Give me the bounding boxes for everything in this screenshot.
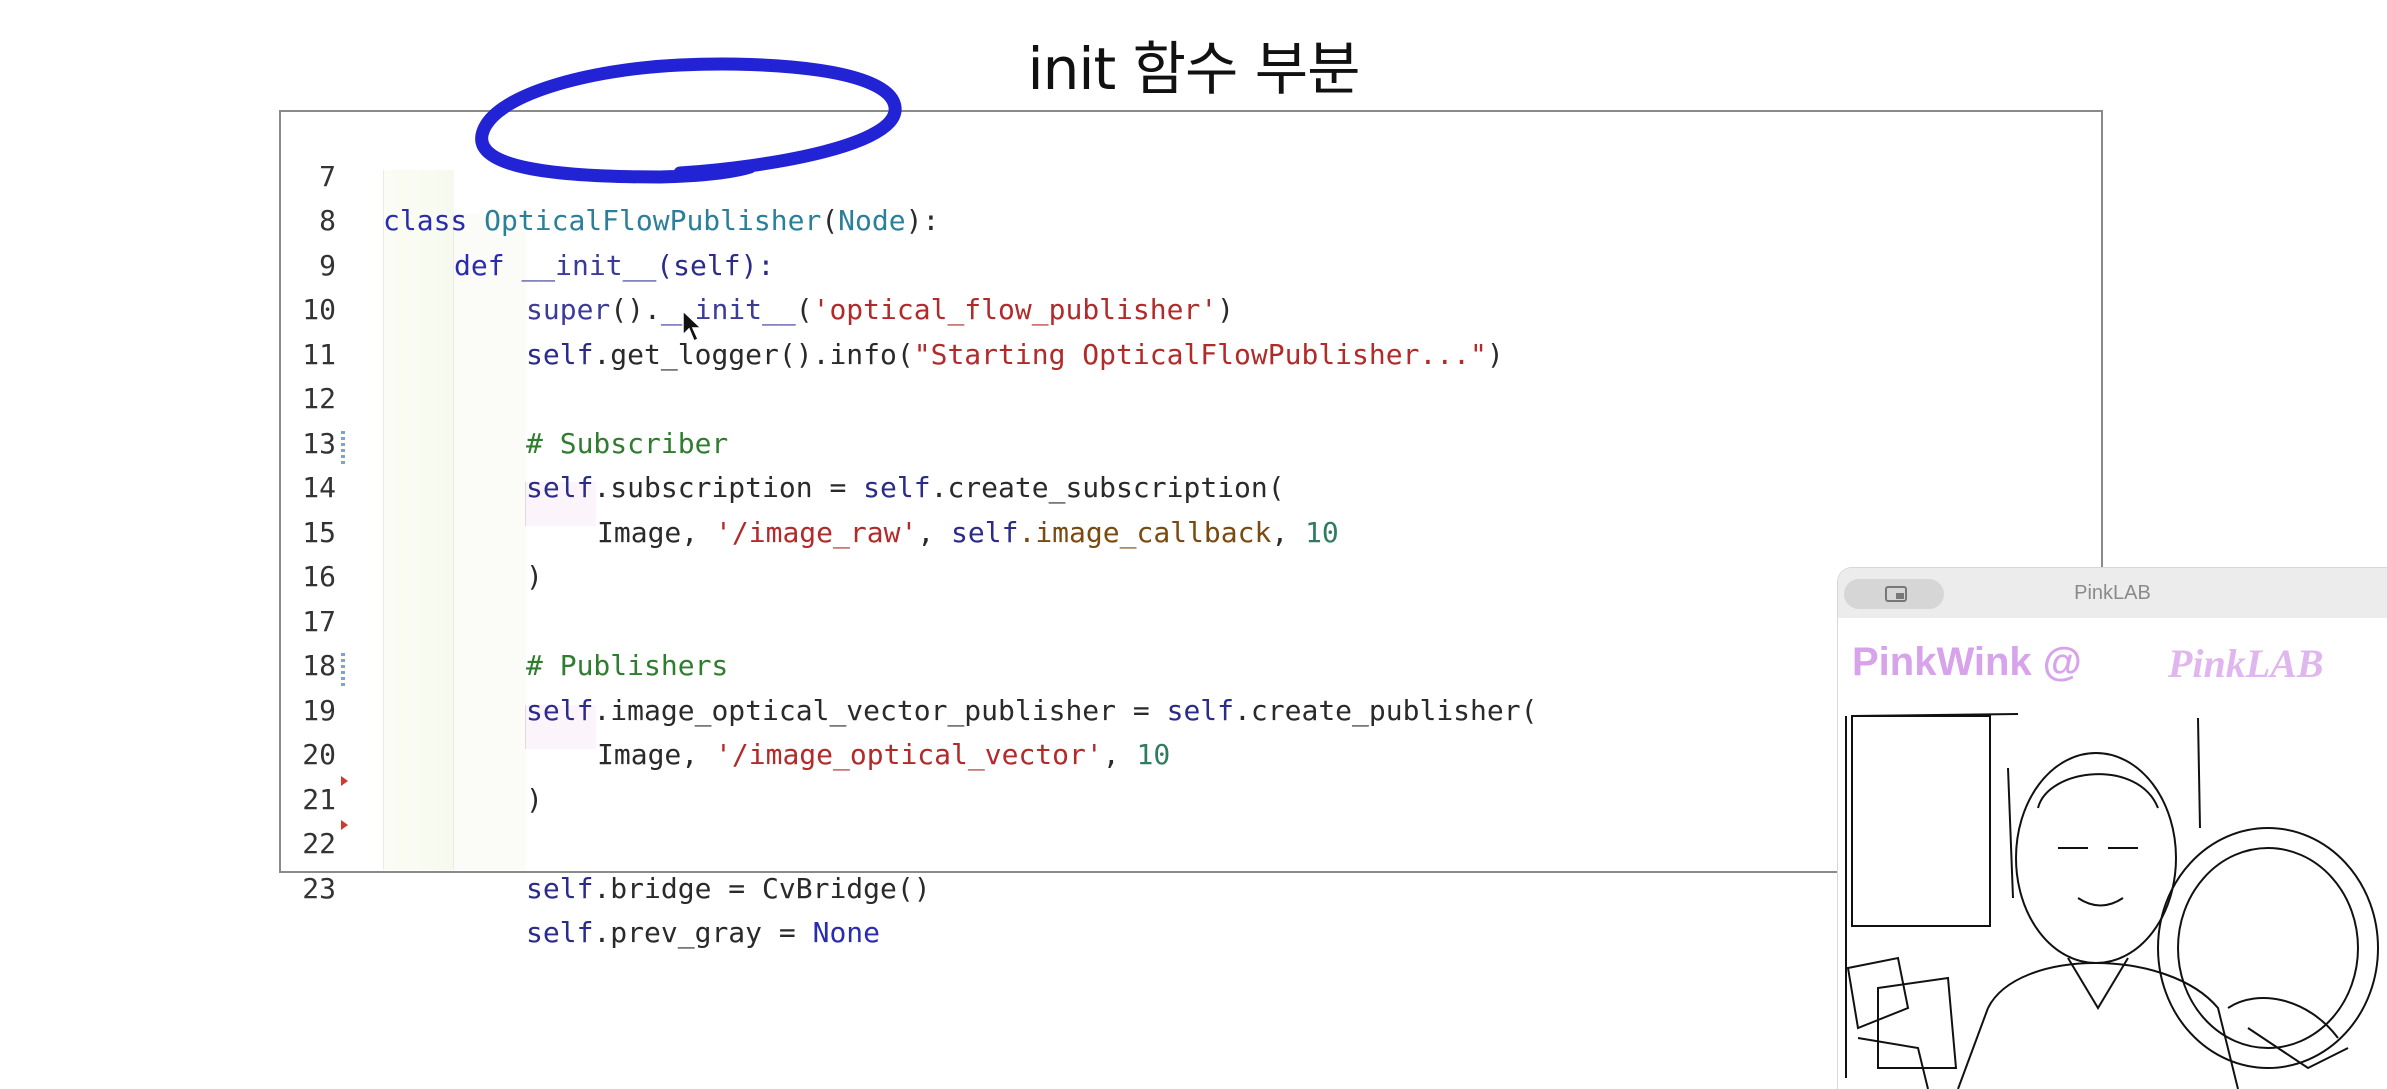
code-text: self.prev_gray = None <box>526 916 881 949</box>
mouse-pointer-icon <box>682 309 703 343</box>
code-line: 22 self.bridge = CvBridge() <box>281 778 2101 905</box>
webcam-window[interactable]: PinkLAB PinkWink @ PinkLAB <box>1838 568 2387 1089</box>
code-line: 12 # Subscriber <box>281 333 2101 460</box>
code-line: 10 self.get_logger().info("Starting Opti… <box>281 244 2101 371</box>
webcam-window-title: PinkLAB <box>2074 582 2151 604</box>
code-text: self.bridge = CvBridge() <box>526 871 931 905</box>
code-line: 18 self.image_optical_vector_publisher =… <box>281 600 2101 727</box>
code-line: 9 super().__init__('optical_flow_publish… <box>281 199 2101 327</box>
code-line: 14 Image, '/image_raw', self.image_callb… <box>281 422 2101 549</box>
code-line: 19 Image, '/image_optical_vector', 10 <box>281 644 2101 772</box>
webcam-brand-right: PinkLAB <box>2168 641 2324 686</box>
webcam-titlebar[interactable]: PinkLAB <box>1838 568 2387 618</box>
code-line: 13 self.subscription = self.create_subsc… <box>281 377 2101 505</box>
pen-annotation-ellipse <box>475 57 902 184</box>
code-editor: 7 class OpticalFlowPublisher(Node): 8 de… <box>279 110 2103 950</box>
code-line: 16 <box>281 511 2101 593</box>
code-line: 11 <box>281 288 2101 371</box>
code-line: 20 ) <box>281 689 2101 816</box>
code-line: 23 self.prev_gray = None <box>281 822 2101 950</box>
code-line: 17 # Publishers <box>281 555 2101 683</box>
webcam-brand-left: PinkWink @ <box>1852 640 2082 684</box>
code-line: 15 ) <box>281 466 2101 594</box>
code-line: 21 <box>281 733 2101 816</box>
webcam-edge-image <box>1845 713 2379 1089</box>
line-number: 23 <box>302 871 336 905</box>
slide-title: init 함수 부분 <box>1027 35 1360 103</box>
